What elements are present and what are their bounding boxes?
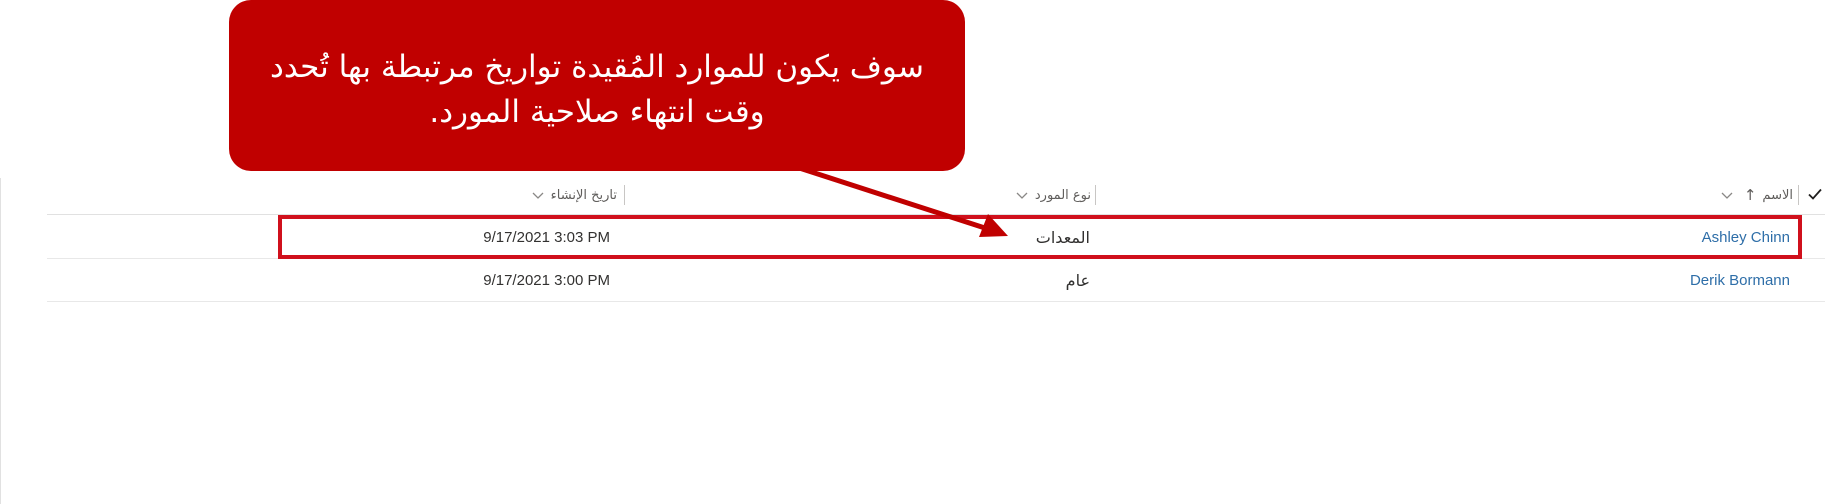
column-header-resource-type-label: نوع المورد — [1034, 187, 1091, 203]
annotation-callout: سوف يكون للموارد المُقيدة تواريخ مرتبطة … — [229, 0, 965, 171]
table-row[interactable]: Derik Bormann عام 9/17/2021 3:00 PM — [47, 259, 1825, 302]
record-name-link[interactable]: Derik Bormann — [1690, 259, 1790, 301]
column-header-name[interactable]: الاسم ↑ — [1720, 176, 1793, 214]
chevron-down-icon[interactable] — [531, 188, 545, 202]
left-pane-border — [0, 178, 1, 504]
column-separator[interactable] — [1798, 185, 1799, 205]
column-header-resource-type[interactable]: نوع المورد — [1015, 176, 1091, 214]
column-header-created-on[interactable]: تاريخ الإنشاء — [531, 176, 617, 214]
column-header-name-label: الاسم — [1762, 187, 1793, 203]
callout-text: سوف يكون للموارد المُقيدة تواريخ مرتبطة … — [270, 48, 924, 130]
column-header-created-on-label: تاريخ الإنشاء — [550, 187, 617, 203]
row-highlight-box — [278, 215, 1802, 259]
chevron-down-icon[interactable] — [1015, 188, 1029, 202]
chevron-down-icon[interactable] — [1720, 188, 1734, 202]
resource-type-value: عام — [1065, 270, 1090, 290]
created-on-value: 9/17/2021 3:00 PM — [483, 271, 610, 289]
grid-header: الاسم ↑ نوع المورد تاريخ الإنشاء — [47, 176, 1825, 215]
column-separator[interactable] — [624, 185, 625, 205]
column-separator[interactable] — [1095, 185, 1096, 205]
checkmark-icon[interactable] — [1807, 186, 1823, 202]
arrow-up-icon: ↑ — [1743, 186, 1757, 204]
